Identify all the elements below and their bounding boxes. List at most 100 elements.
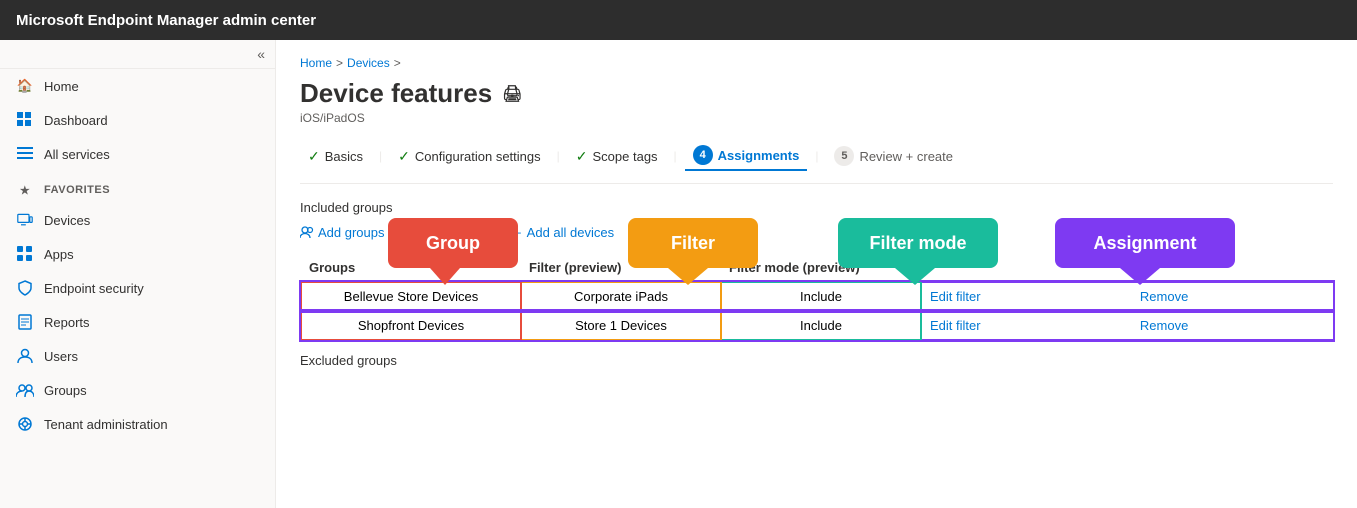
breadcrumb-sep1: >	[336, 56, 343, 70]
col-filter: Filter (preview)	[521, 254, 721, 282]
step-review[interactable]: 5 Review + create	[826, 142, 961, 170]
filter-cell-2: Store 1 Devices	[521, 311, 721, 340]
step-basics-label: Basics	[325, 149, 363, 164]
sidebar-item-apps[interactable]: Apps	[0, 237, 275, 271]
sidebar-item-endpoint-security[interactable]: Endpoint security	[0, 271, 275, 305]
sidebar-label-groups: Groups	[44, 383, 87, 398]
col-remove	[1132, 254, 1333, 282]
apps-icon	[16, 245, 34, 263]
group-cell-2: Shopfront Devices	[301, 311, 521, 340]
breadcrumb: Home > Devices >	[300, 56, 1333, 70]
endpoint-security-icon	[16, 279, 34, 297]
sidebar-collapse: «	[0, 40, 275, 69]
print-icon[interactable]: 🖨	[502, 84, 522, 104]
users-icon	[16, 347, 34, 365]
col-edit	[921, 254, 1132, 282]
sidebar-label-dashboard: Dashboard	[44, 113, 108, 128]
add-users-link[interactable]: Add all users	[401, 225, 494, 240]
all-services-icon	[16, 145, 34, 163]
sidebar-item-reports[interactable]: Reports	[0, 305, 275, 339]
remove-cell-1: Remove	[1132, 282, 1333, 311]
filter-mode-cell-1: Include	[721, 282, 921, 311]
devices-icon	[16, 211, 34, 229]
star-icon: ★	[16, 181, 34, 199]
step-scope[interactable]: ✓ Scope tags	[568, 144, 666, 169]
included-groups-label: Included groups	[300, 200, 1333, 215]
basics-check: ✓	[308, 148, 320, 165]
sidebar-label-devices: Devices	[44, 213, 90, 228]
sidebar-item-devices[interactable]: Devices	[0, 203, 275, 237]
home-icon: 🏠	[16, 77, 34, 95]
review-badge: 5	[834, 146, 854, 166]
assignment-table-container: Groups Filter (preview) Filter mode (pre…	[300, 254, 1333, 341]
sidebar-item-dashboard[interactable]: Dashboard	[0, 103, 275, 137]
sidebar-label-users: Users	[44, 349, 78, 364]
table-row: Bellevue Store Devices Corporate iPads I…	[301, 282, 1333, 311]
divider4: |	[815, 149, 818, 163]
add-users-label: Add all users	[419, 225, 494, 240]
breadcrumb-sep2: >	[394, 56, 401, 70]
step-config-label: Configuration settings	[415, 149, 541, 164]
dashboard-icon	[16, 111, 34, 129]
filter-cell-1: Corporate iPads	[521, 282, 721, 311]
step-scope-label: Scope tags	[593, 149, 658, 164]
main-content: Home > Devices > Device features 🖨 iOS/i…	[276, 40, 1357, 508]
scope-check: ✓	[576, 148, 588, 165]
page-subtitle: iOS/iPadOS	[300, 111, 1333, 125]
reports-icon	[16, 313, 34, 331]
sidebar: « 🏠 Home Dashboard All services ★ F	[0, 40, 276, 508]
step-basics[interactable]: ✓ Basics	[300, 144, 371, 169]
remove-link-2[interactable]: Remove	[1140, 318, 1188, 333]
step-assignments[interactable]: 4 Assignments	[685, 141, 808, 171]
top-bar: Microsoft Endpoint Manager admin center	[0, 0, 1357, 40]
app-title: Microsoft Endpoint Manager admin center	[16, 12, 316, 29]
sidebar-item-tenant-admin[interactable]: Tenant administration	[0, 407, 275, 441]
add-groups-link[interactable]: Add groups	[300, 225, 385, 240]
action-row: Add groups Add all users ＋ Add all devic…	[300, 223, 1333, 242]
divider3: |	[674, 149, 677, 163]
breadcrumb-devices[interactable]: Devices	[347, 56, 390, 70]
sidebar-label-reports: Reports	[44, 315, 90, 330]
remove-link-1[interactable]: Remove	[1140, 289, 1188, 304]
page-title: Device features 🖨	[300, 78, 1333, 109]
step-config[interactable]: ✓ Configuration settings	[390, 144, 548, 169]
divider1: |	[379, 149, 382, 163]
groups-icon	[16, 381, 34, 399]
page-title-text: Device features	[300, 78, 492, 109]
step-review-label: Review + create	[859, 149, 953, 164]
collapse-button[interactable]: «	[257, 46, 265, 62]
plus-icon: ＋	[510, 223, 523, 242]
wizard-steps: ✓ Basics | ✓ Configuration settings | ✓ …	[300, 141, 1333, 184]
assignments-badge: 4	[693, 145, 713, 165]
edit-filter-link-1[interactable]: Edit filter	[930, 289, 981, 304]
sidebar-item-groups[interactable]: Groups	[0, 373, 275, 407]
sidebar-label-home: Home	[44, 79, 79, 94]
group-cell-1: Bellevue Store Devices	[301, 282, 521, 311]
sidebar-item-users[interactable]: Users	[0, 339, 275, 373]
sidebar-label-tenant-admin: Tenant administration	[44, 417, 168, 432]
sidebar-label-endpoint-security: Endpoint security	[44, 281, 144, 296]
col-groups: Groups	[301, 254, 521, 282]
table-row: Shopfront Devices Store 1 Devices Includ…	[301, 311, 1333, 340]
favorites-header: ★ FAVORITES	[0, 171, 275, 203]
edit-filter-cell-2: Edit filter	[921, 311, 1132, 340]
favorites-label: FAVORITES	[44, 184, 110, 196]
divider2: |	[557, 149, 560, 163]
config-check: ✓	[398, 148, 410, 165]
filter-mode-cell-2: Include	[721, 311, 921, 340]
edit-filter-link-2[interactable]: Edit filter	[930, 318, 981, 333]
step-assignments-label: Assignments	[718, 148, 800, 163]
table-header-row: Groups Filter (preview) Filter mode (pre…	[301, 254, 1333, 282]
sidebar-label-apps: Apps	[44, 247, 74, 262]
add-devices-label: Add all devices	[527, 225, 614, 240]
add-devices-link[interactable]: ＋ Add all devices	[510, 223, 614, 242]
add-groups-label: Add groups	[318, 225, 385, 240]
col-filter-mode: Filter mode (preview)	[721, 254, 921, 282]
sidebar-item-home[interactable]: 🏠 Home	[0, 69, 275, 103]
tenant-admin-icon	[16, 415, 34, 433]
remove-cell-2: Remove	[1132, 311, 1333, 340]
assignment-table: Groups Filter (preview) Filter mode (pre…	[300, 254, 1333, 341]
sidebar-item-all-services[interactable]: All services	[0, 137, 275, 171]
sidebar-label-all-services: All services	[44, 147, 110, 162]
breadcrumb-home[interactable]: Home	[300, 56, 332, 70]
